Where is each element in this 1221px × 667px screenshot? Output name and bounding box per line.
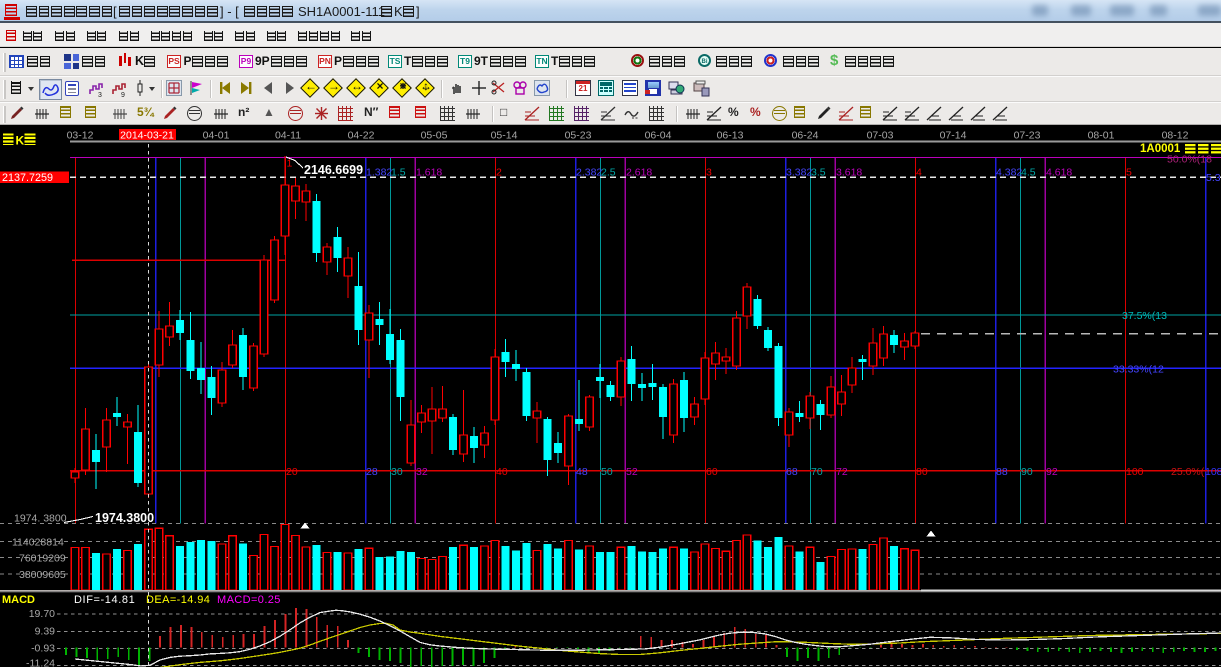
svg-text:1.5: 1.5 — [391, 167, 406, 179]
svg-text:28: 28 — [366, 466, 378, 478]
svg-text:06-24: 06-24 — [792, 129, 819, 141]
svg-text:5: 5 — [1126, 167, 1132, 179]
svg-text:08-01: 08-01 — [1088, 129, 1115, 141]
svg-text:38009605: 38009605 — [19, 569, 66, 581]
svg-text:2146.6699: 2146.6699 — [304, 163, 363, 177]
svg-text:30: 30 — [391, 466, 403, 478]
svg-text:50.0%(18: 50.0%(18 — [1167, 154, 1212, 166]
svg-text:3.618: 3.618 — [836, 167, 862, 179]
svg-text:88: 88 — [996, 466, 1008, 478]
svg-text:3: 3 — [706, 167, 712, 179]
svg-text:07-03: 07-03 — [867, 129, 894, 141]
svg-text:DEA=-14.94: DEA=-14.94 — [146, 594, 210, 606]
svg-text:DIF=-14.81: DIF=-14.81 — [74, 594, 135, 606]
svg-text:114028814: 114028814 — [12, 537, 64, 549]
svg-text:70: 70 — [811, 466, 823, 478]
svg-text:08-12: 08-12 — [1162, 129, 1189, 141]
svg-text:4.5: 4.5 — [1021, 167, 1036, 179]
svg-text:04-01: 04-01 — [203, 129, 230, 141]
svg-text:05-05: 05-05 — [421, 129, 448, 141]
svg-text:108: 108 — [1205, 466, 1221, 478]
svg-text:80: 80 — [916, 466, 928, 478]
svg-text:52: 52 — [626, 466, 638, 478]
svg-text:MACD=0.25: MACD=0.25 — [217, 594, 281, 606]
svg-text:2014-03-21: 2014-03-21 — [120, 129, 174, 141]
svg-text:9.39: 9.39 — [35, 626, 56, 638]
svg-text:3.382: 3.382 — [786, 167, 812, 179]
svg-text:5.38: 5.38 — [1206, 172, 1221, 184]
svg-text:2.382: 2.382 — [576, 167, 602, 179]
svg-text:68: 68 — [786, 466, 798, 478]
svg-text:K: K — [16, 134, 25, 148]
svg-text:3.5: 3.5 — [811, 167, 826, 179]
svg-text:4: 4 — [916, 167, 922, 179]
svg-text:07-23: 07-23 — [1014, 129, 1041, 141]
svg-text:3: 3 — [98, 92, 102, 98]
svg-text:2.5: 2.5 — [601, 167, 616, 179]
svg-text:20: 20 — [286, 466, 298, 478]
svg-text:9: 9 — [121, 92, 125, 98]
svg-text:2137.7259: 2137.7259 — [2, 172, 53, 184]
svg-text:40: 40 — [496, 466, 508, 478]
svg-text:1974.3800: 1974.3800 — [95, 511, 154, 525]
svg-text:1A0001: 1A0001 — [1140, 143, 1181, 155]
svg-text:37.5%(13: 37.5%(13 — [1122, 310, 1167, 322]
svg-text:-11.24: -11.24 — [26, 658, 55, 667]
svg-text:06-13: 06-13 — [717, 129, 744, 141]
svg-text:05-23: 05-23 — [565, 129, 592, 141]
svg-text:33.33%(12: 33.33%(12 — [1113, 364, 1164, 376]
svg-text:2: 2 — [496, 167, 502, 179]
svg-text:06-04: 06-04 — [645, 129, 672, 141]
svg-text:05-14: 05-14 — [491, 129, 518, 141]
svg-text:1974. 3800: 1974. 3800 — [14, 513, 67, 525]
svg-text:-0.93: -0.93 — [31, 643, 55, 655]
svg-text:92: 92 — [1046, 466, 1058, 478]
svg-text:MACD: MACD — [2, 594, 35, 606]
svg-text:03-12: 03-12 — [67, 129, 94, 141]
svg-text:1.618: 1.618 — [416, 167, 442, 179]
svg-text:1.382: 1.382 — [366, 167, 392, 179]
svg-text:72: 72 — [836, 466, 848, 478]
svg-text:19.70: 19.70 — [29, 608, 55, 620]
svg-text:32: 32 — [416, 466, 428, 478]
svg-text:100: 100 — [1126, 466, 1144, 478]
svg-text:04-22: 04-22 — [348, 129, 375, 141]
svg-text:2.618: 2.618 — [626, 167, 652, 179]
svg-text:50: 50 — [601, 466, 613, 478]
svg-text:25.0%(: 25.0%( — [1171, 466, 1205, 478]
svg-text:4.382: 4.382 — [996, 167, 1022, 179]
svg-text:04-11: 04-11 — [275, 129, 301, 141]
svg-text:48: 48 — [576, 466, 588, 478]
svg-text:4.618: 4.618 — [1046, 167, 1072, 179]
svg-text:76019209: 76019209 — [19, 553, 66, 565]
svg-text:07-14: 07-14 — [940, 129, 967, 141]
svg-text:60: 60 — [706, 466, 718, 478]
svg-text:90: 90 — [1021, 466, 1033, 478]
